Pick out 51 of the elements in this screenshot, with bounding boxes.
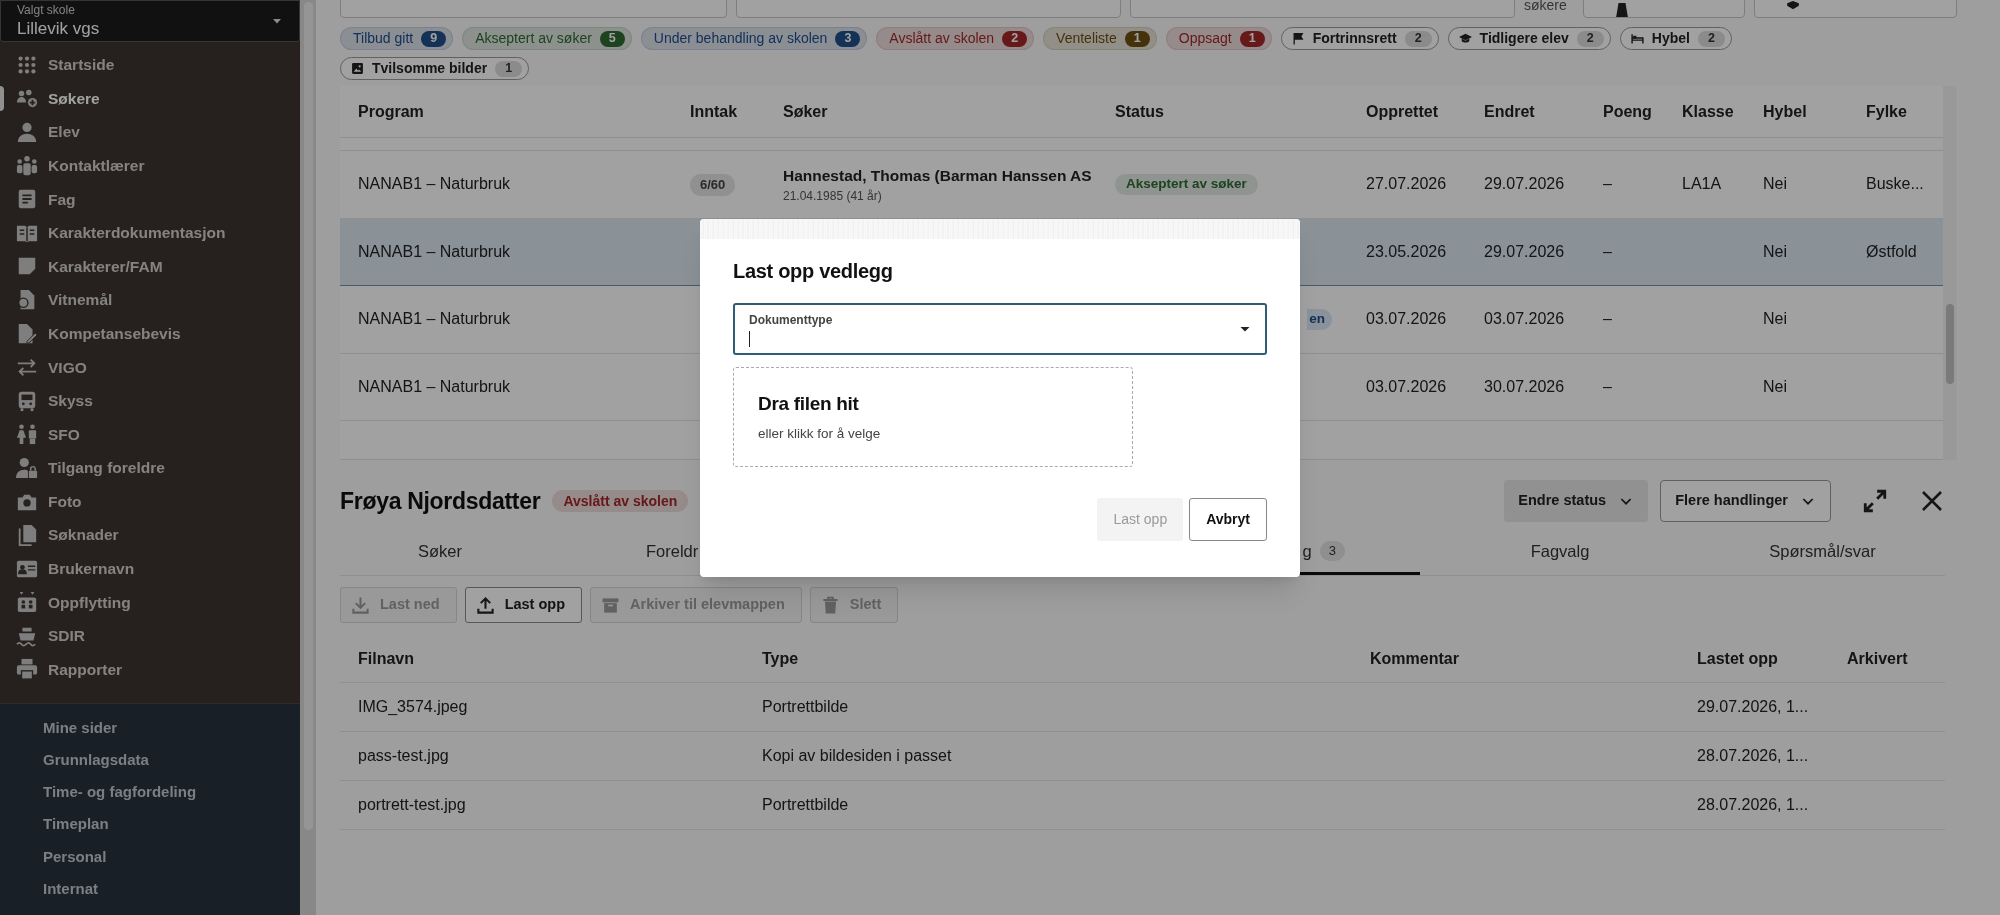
table-cell-text: 29.07.2026, 1... xyxy=(1697,697,1810,717)
table-cell-text: Portrettbilde xyxy=(762,795,850,815)
dialog-title: Last opp vedlegg xyxy=(733,259,894,284)
school-name: Lillevik vgs xyxy=(17,17,100,40)
count-badge: 1 xyxy=(1239,30,1265,47)
count-badge: 2 xyxy=(1002,30,1028,47)
table-cell-text: 30.07.2026 xyxy=(1484,376,1566,397)
birth-date: 21.04.1985 (41 år) xyxy=(783,188,883,205)
table-cell-text: Kopi av bildesiden i passet xyxy=(762,746,953,766)
table-cell-text: LA1A xyxy=(1682,174,1723,195)
table-cell-text: portrett-test.jpg xyxy=(358,795,467,815)
table-cell-text: pass-test.jpg xyxy=(358,746,450,766)
count-badge: 5 xyxy=(599,30,625,47)
table-cell-text: 23.05.2026 xyxy=(1366,241,1448,262)
table-cell-text: 29.07.2026 xyxy=(1484,241,1566,262)
table-cell-text: – xyxy=(1603,309,1613,330)
table-cell-text: Østfold xyxy=(1866,241,1918,262)
table-cell-text: 03.07.2026 xyxy=(1484,309,1566,330)
table-cell-text: – xyxy=(1603,241,1613,262)
table-cell-text: 28.07.2026, 1... xyxy=(1697,795,1810,815)
count-badge: 2 xyxy=(1576,30,1604,47)
table-cell-text: IMG_3574.jpeg xyxy=(358,697,469,717)
school-label: Valgt skole xyxy=(17,2,76,18)
table-cell-text: Nei xyxy=(1763,309,1788,330)
count-badge: 1 xyxy=(1124,30,1150,47)
table-cell-text: Buske... xyxy=(1866,174,1925,195)
intake-badge: 6/60 xyxy=(690,174,736,197)
table-cell-text: 28.07.2026, 1... xyxy=(1697,746,1810,766)
table-cell-text: NANAB1 – Naturbruk xyxy=(358,174,512,195)
table-cell-text: 29.07.2026 xyxy=(1484,174,1566,195)
table-cell-text: Nei xyxy=(1763,376,1788,397)
count-badge: 2 xyxy=(1404,30,1432,47)
table-cell-text: NANAB1 – Naturbruk xyxy=(358,241,512,262)
table-cell-text: Portrettbilde xyxy=(762,697,850,717)
status-badge: en xyxy=(1307,308,1332,330)
table-cell-text: 03.07.2026 xyxy=(1366,376,1448,397)
table-cell-text: – xyxy=(1603,376,1613,397)
count-badge: 9 xyxy=(421,30,447,47)
filter-note: søkere xyxy=(1524,0,1568,15)
table-cell-text: Nei xyxy=(1763,174,1788,195)
table-cell-text: 03.07.2026 xyxy=(1366,309,1448,330)
applicant-name: Hannestad, Thomas (Barman Hanssen AS xyxy=(783,165,1093,186)
table-cell-text: 27.07.2026 xyxy=(1366,174,1448,195)
table-cell-text: NANAB1 – Naturbruk xyxy=(358,309,512,330)
table-cell-text: NANAB1 – Naturbruk xyxy=(358,376,512,397)
table-cell-text: – xyxy=(1603,174,1613,195)
applicant-title: Frøya Njordsdatter xyxy=(340,486,541,516)
count-badge: 3 xyxy=(835,30,861,47)
count-badge: 1 xyxy=(495,60,523,77)
table-cell-text: Nei xyxy=(1763,241,1788,262)
count-badge: 2 xyxy=(1697,30,1725,47)
